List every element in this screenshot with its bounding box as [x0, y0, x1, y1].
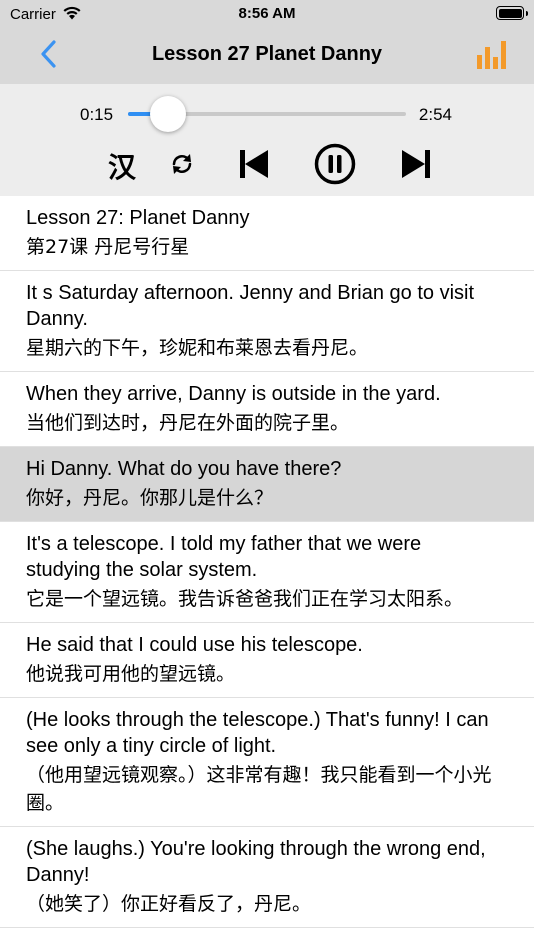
total-time: 2:54 [418, 105, 452, 124]
previous-button[interactable] [236, 148, 272, 184]
back-button[interactable] [30, 38, 66, 74]
sentence-english: He said that I could use his telescope. [26, 634, 363, 656]
page-title: Lesson 27 Planet Danny [151, 43, 383, 65]
bar-chart-icon [476, 37, 508, 74]
stats-button[interactable] [474, 38, 510, 74]
next-button[interactable] [398, 148, 434, 184]
battery-icon [496, 6, 528, 20]
sentence-english: When they arrive, Danny is outside in th… [26, 383, 441, 405]
sentence-row[interactable]: It s Saturday afternoon. Jenny and Brian… [0, 271, 534, 372]
chevron-left-icon [39, 39, 57, 74]
status-time: 8:56 AM [238, 5, 296, 22]
elapsed-time: 0:15 [80, 105, 114, 124]
pause-button[interactable] [313, 143, 357, 190]
progress-slider-thumb[interactable] [150, 96, 187, 132]
sentence-english: It's a telescope. I told my father that … [26, 533, 422, 581]
sentence-chinese: 当他们到达时，丹尼在外面的院子里。 [26, 412, 350, 434]
language-toggle-button[interactable]: 汉 [104, 148, 140, 184]
skip-previous-icon [238, 148, 270, 185]
sentence-chinese: 它是一个望远镜。我告诉爸爸我们正在学习太阳系。 [26, 588, 464, 610]
audio-player: 0:15 2:54 汉 [0, 84, 534, 196]
sentence-row[interactable]: Hi Danny. What do you have there? 你好，丹尼。你… [0, 447, 534, 522]
sentence-chinese: （他用望远镜观察。）这非常有趣！我只能看到一个小光圈。 [26, 764, 492, 814]
pause-circle-icon [314, 143, 356, 190]
repeat-icon [169, 151, 195, 182]
sentence-row[interactable]: When they arrive, Danny is outside in th… [0, 372, 534, 447]
sentence-row[interactable]: He said that I could use his telescope. 他… [0, 623, 534, 698]
sentence-english: It s Saturday afternoon. Jenny and Brian… [26, 282, 475, 330]
sentence-row[interactable]: (She laughs.) You're looking through the… [0, 827, 534, 928]
sentence-english: Hi Danny. What do you have there? [26, 458, 342, 480]
sentence-row[interactable]: It's a telescope. I told my father that … [0, 522, 534, 623]
navigation-bar: Lesson 27 Planet Danny [0, 30, 534, 84]
sentence-chinese: （她笑了）你正好看反了，丹尼。 [26, 893, 312, 915]
sentence-english: (He looks through the telescope.) That's… [26, 709, 489, 757]
sentence-row[interactable]: (He looks through the telescope.) That's… [0, 698, 534, 827]
repeat-button[interactable] [166, 148, 198, 184]
sentence-list[interactable]: Lesson 27: Planet Danny 第27课 丹尼号行星 It s Sa… [0, 196, 534, 950]
sentence-chinese: 星期六的下午，珍妮和布莱恩去看丹尼。 [26, 337, 369, 359]
sentence-chinese: 他说我可用他的望远镜。 [26, 663, 236, 685]
sentence-chinese: 你好，丹尼。你那儿是什么？ [26, 487, 274, 509]
sentence-chinese: 第27课 丹尼号行星 [26, 236, 190, 258]
sentence-english: (She laughs.) You're looking through the… [26, 838, 486, 886]
skip-next-icon [400, 148, 432, 185]
sentence-row[interactable]: Lesson 27: Planet Danny 第27课 丹尼号行星 [0, 196, 534, 271]
sentence-english: Lesson 27: Planet Danny [26, 207, 250, 229]
status-bar: Carrier 8:56 AM [0, 0, 534, 30]
